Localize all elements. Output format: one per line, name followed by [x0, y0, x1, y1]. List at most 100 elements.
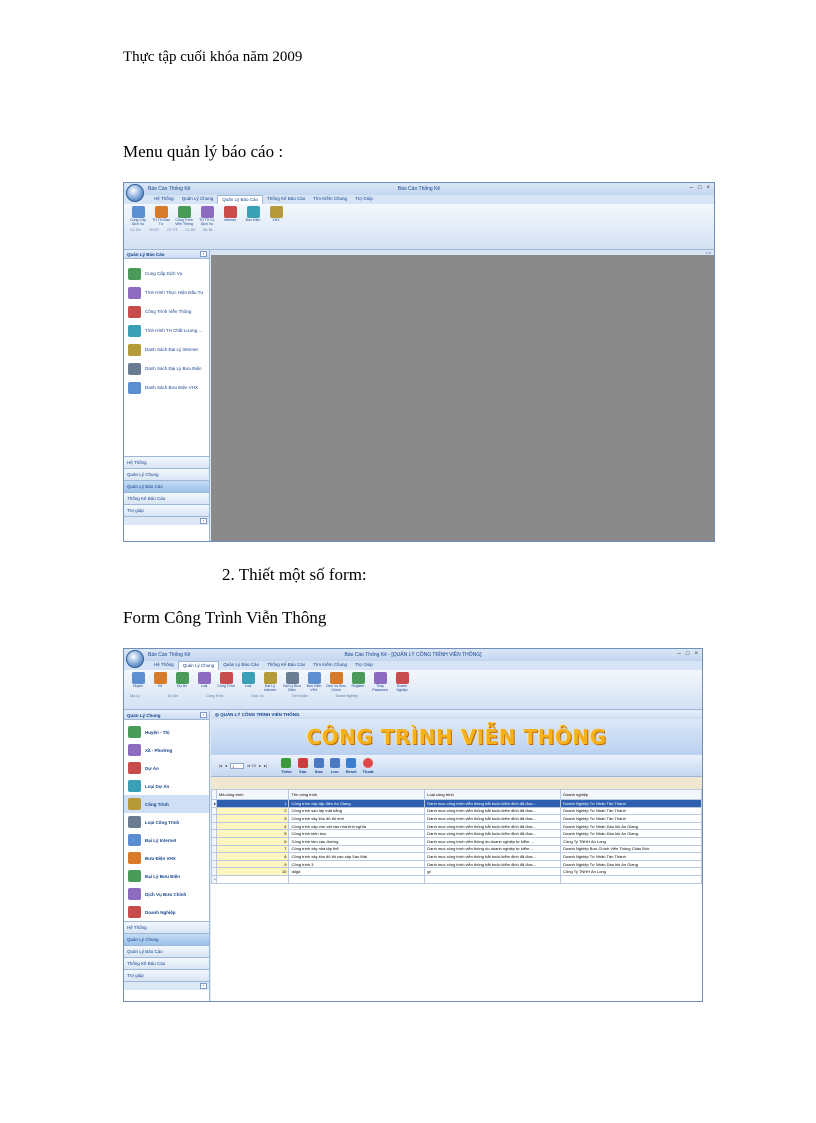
ribbon-button-thay-password[interactable]: Thay Password [370, 672, 390, 693]
cell-id[interactable]: 8 [216, 852, 290, 861]
nav-item-loai-cong-trinh[interactable]: Loại Công Trình [124, 813, 209, 831]
nav-item-cong-trinh-vien-thong[interactable]: Công Trình Viễn Thông [124, 302, 209, 321]
column-header-doanh-nghiep[interactable]: Doanh nghiệp [560, 789, 702, 800]
nav-item-buu-dien-vhx[interactable]: Bưu Điện VHX [124, 849, 209, 867]
nav-item-doanh-nghiep[interactable]: Doanh Nghiệp [124, 903, 209, 921]
cell-id[interactable]: 4 [216, 821, 290, 831]
minimize-icon[interactable]: – [678, 651, 681, 657]
cell-company[interactable]: Doanh Nghiệp Tư Nhân Dầu khí An Giang [560, 821, 702, 831]
cell-company[interactable]: Doanh Nghiệp Tư Nhân Tân Thành [560, 799, 702, 808]
nav-category-he-thong[interactable]: Hệ Thống [124, 456, 209, 468]
nav-item-tinh-hinh-thuc-hien-dau-tu[interactable]: Tình Hình Thực Hiện Đầu Tư [124, 283, 209, 302]
next-record-icon[interactable]: ▸ [259, 763, 261, 768]
ribbon-button-du-an[interactable]: Dự Án [172, 672, 192, 693]
nav-item-danh-sach-buu-dien-vhx[interactable]: Danh Sách Bưu Điện VHX [124, 378, 209, 397]
ribbon-button-buu-dien-vhx[interactable]: Bưu Điện VHX [304, 672, 324, 693]
cell-type[interactable]: Danh mục công trình viễn thông bắt buộc … [424, 821, 562, 831]
ribbon-button-register[interactable]: Register [348, 672, 368, 693]
ribbon-button-cong-trinh[interactable]: Công Trình [216, 672, 236, 693]
cell-id[interactable]: 6 [216, 836, 290, 846]
cell-name[interactable]: Công trình cấp vốn vật vào nhà tình nghĩ… [288, 821, 426, 831]
sua-button[interactable]: Sửa [313, 757, 324, 774]
cell-name[interactable]: Công trình xây khu đô thị cao cấp Sao Ma… [288, 852, 426, 861]
cell-company[interactable]: Doanh Nghiệp Tư Nhân Dầu khí An Giang [560, 829, 702, 838]
cell-company[interactable]: Doanh Nghiệp Tư Nhân Tân Thành [560, 852, 702, 861]
table-row[interactable]: 6 Công trình làm cầu đường Danh mục công t… [210, 836, 702, 846]
tab-quan-ly-bao-cao[interactable]: Quản Lý Báo Cáo [219, 661, 263, 670]
cell-type[interactable]: Danh mục công trình viễn thông bắt buộc … [424, 859, 562, 869]
cell-company[interactable]: Công Ty TNHH An Long [560, 836, 702, 846]
table-row[interactable]: 5 Công trình kiến trúc Danh mục công trình… [210, 829, 702, 838]
nav-item-danh-sach-dai-ly-buu-dien[interactable]: Danh Sách Đại Lý Bưu Điện [124, 359, 209, 378]
ribbon-button-buu-dien[interactable]: Bưu Điện [243, 206, 263, 227]
ribbon-button-th-th-dau-tu[interactable]: TH TH Đầu Tư [151, 206, 171, 227]
tab-tro-giup[interactable]: Trợ Giúp [351, 661, 377, 670]
tab-he-thong[interactable]: Hệ Thống [150, 195, 178, 204]
ribbon-button-cung-cap-dich-vu[interactable]: Cung Cấp Dịch Vụ [128, 206, 148, 227]
cell-company[interactable]: Doanh Nghiệp Tư Nhân Dầu khí An Giang [560, 859, 702, 869]
nav-category-quan-ly-chung[interactable]: Quản Lý Chung [124, 468, 209, 480]
ribbon-button-cong-trinh-vien-thong[interactable]: Công Trình Viễn Thông [174, 206, 194, 227]
tab-quan-ly-bao-cao[interactable]: Quản Lý Báo Cáo [217, 195, 263, 204]
table-row[interactable]: 2 Công trình san lấp mặt bằng Danh mục côn… [210, 806, 702, 816]
new-row-cell[interactable] [288, 874, 426, 884]
cell-name[interactable]: Công trình làm cầu đường [288, 836, 426, 846]
nav-item-dich-vu-buu-chinh[interactable]: Dịch Vụ Bưu Chính [124, 885, 209, 903]
cell-type[interactable]: Danh mục công trình viễn thông bắt buộc … [424, 799, 562, 808]
cell-type[interactable]: Danh mục công trình viễn thông bắt buộc … [424, 852, 562, 861]
reset-button[interactable]: Reset [346, 757, 357, 774]
cell-id[interactable]: 1 [216, 799, 290, 808]
tab-tim-kiem-chung[interactable]: Tìm Kiếm Chung [309, 195, 351, 204]
table-row[interactable]: 8 Công trình xây khu đô thị cao cấp Sao M… [210, 852, 702, 861]
new-row-cell[interactable] [424, 874, 562, 884]
cell-type[interactable]: Danh mục công trình viễn thông do doanh … [424, 836, 562, 846]
nav-category-quan-ly-bao-cao[interactable]: Quản Lý Báo Cáo [124, 480, 209, 492]
nav-item-dai-ly-internet[interactable]: Đại Lý Internet [124, 831, 209, 849]
column-header-ma-cong-trinh[interactable]: Mã công trình [216, 789, 290, 800]
luu-button[interactable]: Lưu [329, 757, 340, 774]
column-header-loai-cong-trinh[interactable]: Loại công trình [424, 789, 562, 800]
them-button[interactable]: Thêm [281, 757, 292, 774]
table-row[interactable]: 10 ddgd gf Công Ty TNHH An Long [210, 867, 702, 876]
table-row[interactable]: 9 Công trình 3 Danh mục công trình viễn th… [210, 859, 702, 869]
cell-id[interactable]: 7 [216, 844, 290, 854]
maximize-icon[interactable]: □ [686, 651, 690, 657]
ribbon-button-dich-vu-buu-chinh[interactable]: Dịch Vụ Bưu Chính [326, 672, 346, 693]
ribbon-button-th-th-cl-dich-vu[interactable]: TH TH CL Dịch Vụ [197, 206, 217, 227]
cell-id[interactable]: 3 [216, 814, 290, 823]
close-icon[interactable]: × [694, 651, 698, 657]
last-record-icon[interactable]: ▸| [264, 763, 267, 768]
cell-name[interactable]: Công trình kiến trúc [288, 829, 426, 838]
nav-item-du-an[interactable]: Dự Án [124, 759, 209, 777]
nav-item-danh-sach-dai-ly-internet[interactable]: Danh Sách Đại Lý Internet [124, 340, 209, 359]
nav-category-tro-giup[interactable]: Trợ giúp [124, 969, 209, 981]
cell-id[interactable]: 2 [216, 806, 290, 816]
cell-company[interactable]: Công Ty TNHH An Long [560, 867, 702, 876]
cell-company[interactable]: Doanh Nghiệp Bưu Chính Viễn Thông Châu Đ… [560, 844, 702, 854]
cell-type[interactable]: Danh mục công trình viễn thông bắt buộc … [424, 829, 562, 838]
tab-thong-ke-bao-cao[interactable]: Thống Kê Báo Cáo [263, 195, 309, 204]
close-icon[interactable]: × [706, 185, 710, 191]
app-orb-button[interactable] [126, 184, 144, 202]
cell-company[interactable]: Doanh Nghiệp Tư Nhân Tân Thành [560, 814, 702, 823]
cell-type[interactable]: Danh mục công trình viễn thông bắt buộc … [424, 814, 562, 823]
cell-name[interactable]: Công trình cấp tập điện An Giang [288, 799, 426, 808]
cell-name[interactable]: Công trình san lấp mặt bằng [288, 806, 426, 816]
new-row-cell[interactable] [216, 874, 290, 884]
collapse-icon[interactable]: ‹ [200, 712, 207, 718]
maximize-icon[interactable]: □ [698, 185, 702, 191]
collapse-icon[interactable]: ‹ [200, 251, 207, 257]
record-position-input[interactable]: 1 [230, 762, 245, 769]
cell-name[interactable]: Công trình xây khu đô thị mới [288, 814, 426, 823]
ribbon-button-huyen[interactable]: Huyện [128, 672, 148, 693]
ribbon-button-loai[interactable]: Loại [238, 672, 258, 693]
ribbon-button-internet[interactable]: Internet [220, 206, 240, 227]
cell-type[interactable]: Danh mục công trình viễn thông do doanh … [424, 844, 562, 854]
table-row[interactable]: 4 Công trình cấp vốn vật vào nhà tình ngh… [210, 821, 702, 831]
cell-name[interactable]: Công trình xây nhà tập thể [288, 844, 426, 854]
tab-thong-ke-bao-cao[interactable]: Thống Kê Báo Cáo [263, 661, 309, 670]
chevron-icon[interactable]: › [200, 518, 207, 524]
cell-id[interactable]: 5 [216, 829, 290, 838]
ribbon-button-dai-ly-buu-dien[interactable]: Đại Lý Bưu Điện [282, 672, 302, 693]
cell-type[interactable]: Danh mục công trình viễn thông bắt buộc … [424, 806, 562, 816]
